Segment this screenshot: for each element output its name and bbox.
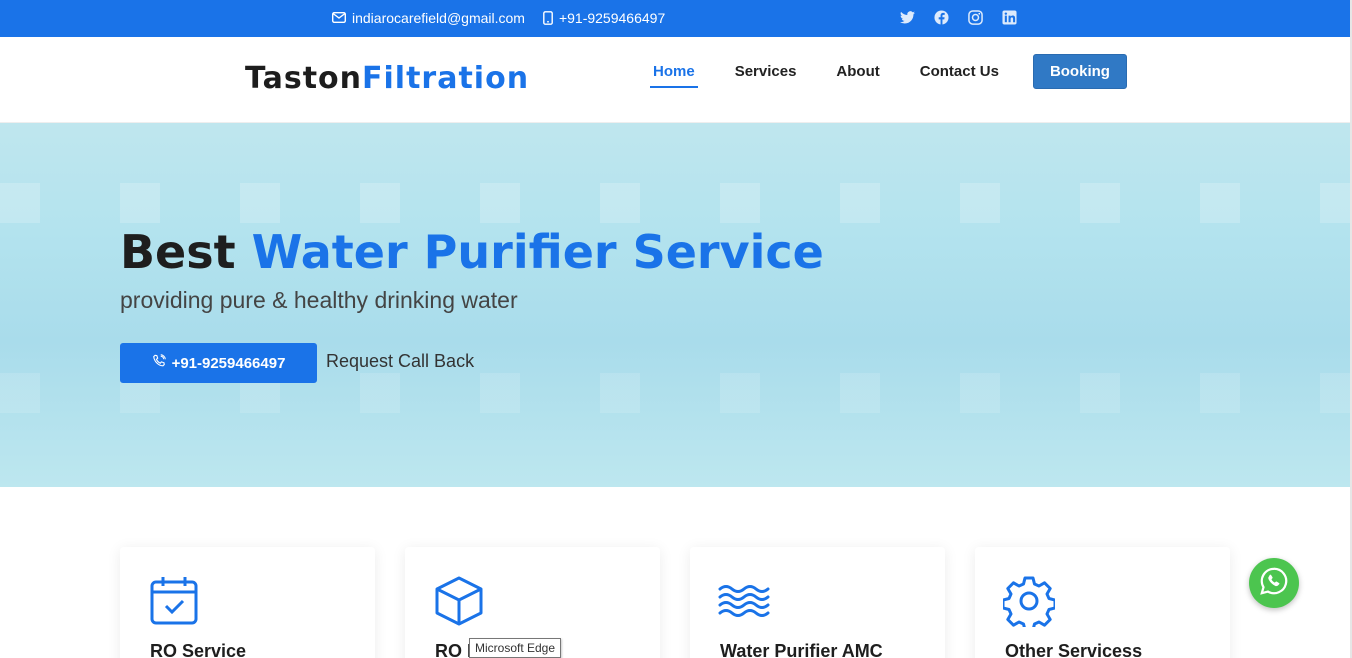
phone-link[interactable]: +91-9259466497 (543, 10, 665, 26)
whatsapp-button[interactable] (1249, 558, 1299, 608)
main-nav: Home Services About Contact Us Booking (650, 53, 1127, 89)
request-callback-link[interactable]: Request Call Back (326, 351, 474, 372)
twitter-icon[interactable] (900, 10, 916, 26)
logo-text-dark: Taston (245, 61, 363, 96)
gear-icon (1001, 575, 1057, 632)
email-link[interactable]: indiarocarefield@gmail.com (332, 10, 525, 26)
site-logo[interactable]: TastonFiltration (245, 61, 529, 96)
linkedin-icon[interactable] (1002, 10, 1018, 26)
service-card[interactable]: RO Service (120, 547, 375, 658)
nav-item-home[interactable]: Home (650, 55, 698, 88)
service-card[interactable]: Other Servicess (975, 547, 1230, 658)
nav-item-contact[interactable]: Contact Us (917, 55, 1002, 88)
hero-wave (0, 183, 1350, 223)
service-card-title: Water Purifier AMC (720, 641, 883, 658)
call-button[interactable]: +91-9259466497 (120, 343, 317, 383)
top-contact: indiarocarefield@gmail.com +91-925946649… (332, 0, 665, 35)
booking-button[interactable]: Booking (1032, 53, 1127, 89)
facebook-icon[interactable] (934, 10, 950, 26)
hero-section: Best Water Purifier Service providing pu… (0, 123, 1350, 487)
water-waves-icon (718, 575, 770, 627)
hero-title: Best Water Purifier Service (120, 225, 824, 279)
hero-subtitle: providing pure & healthy drinking water (120, 287, 518, 313)
mobile-icon (543, 10, 553, 25)
phone-text: +91-9259466497 (558, 9, 666, 26)
phone-call-icon (152, 354, 166, 372)
site-header: TastonFiltration Home Services About Con… (0, 37, 1352, 123)
hero-title-dark: Best (120, 225, 236, 279)
nav-item-services[interactable]: Services (732, 55, 800, 88)
envelope-icon (332, 12, 346, 23)
logo-text-blue: Filtration (362, 61, 530, 96)
top-bar: indiarocarefield@gmail.com +91-925946649… (0, 0, 1352, 37)
instagram-icon[interactable] (968, 10, 984, 26)
call-button-label: +91-9259466497 (171, 354, 286, 372)
whatsapp-icon (1259, 566, 1289, 601)
hero-title-blue: Water Purifier Service (251, 225, 824, 279)
box-icon (433, 575, 485, 627)
service-card-title: RO Service (150, 641, 247, 658)
browser-tooltip: Microsoft Edge (469, 638, 562, 658)
service-card-title: Other Servicess (1005, 641, 1143, 658)
calendar-check-icon (148, 575, 200, 627)
service-card[interactable]: Water Purifier AMC (690, 547, 945, 658)
nav-item-about[interactable]: About (833, 55, 882, 88)
email-text: indiarocarefield@gmail.com (352, 9, 525, 26)
social-links (900, 0, 1018, 35)
service-card-title: RO I (435, 641, 473, 658)
